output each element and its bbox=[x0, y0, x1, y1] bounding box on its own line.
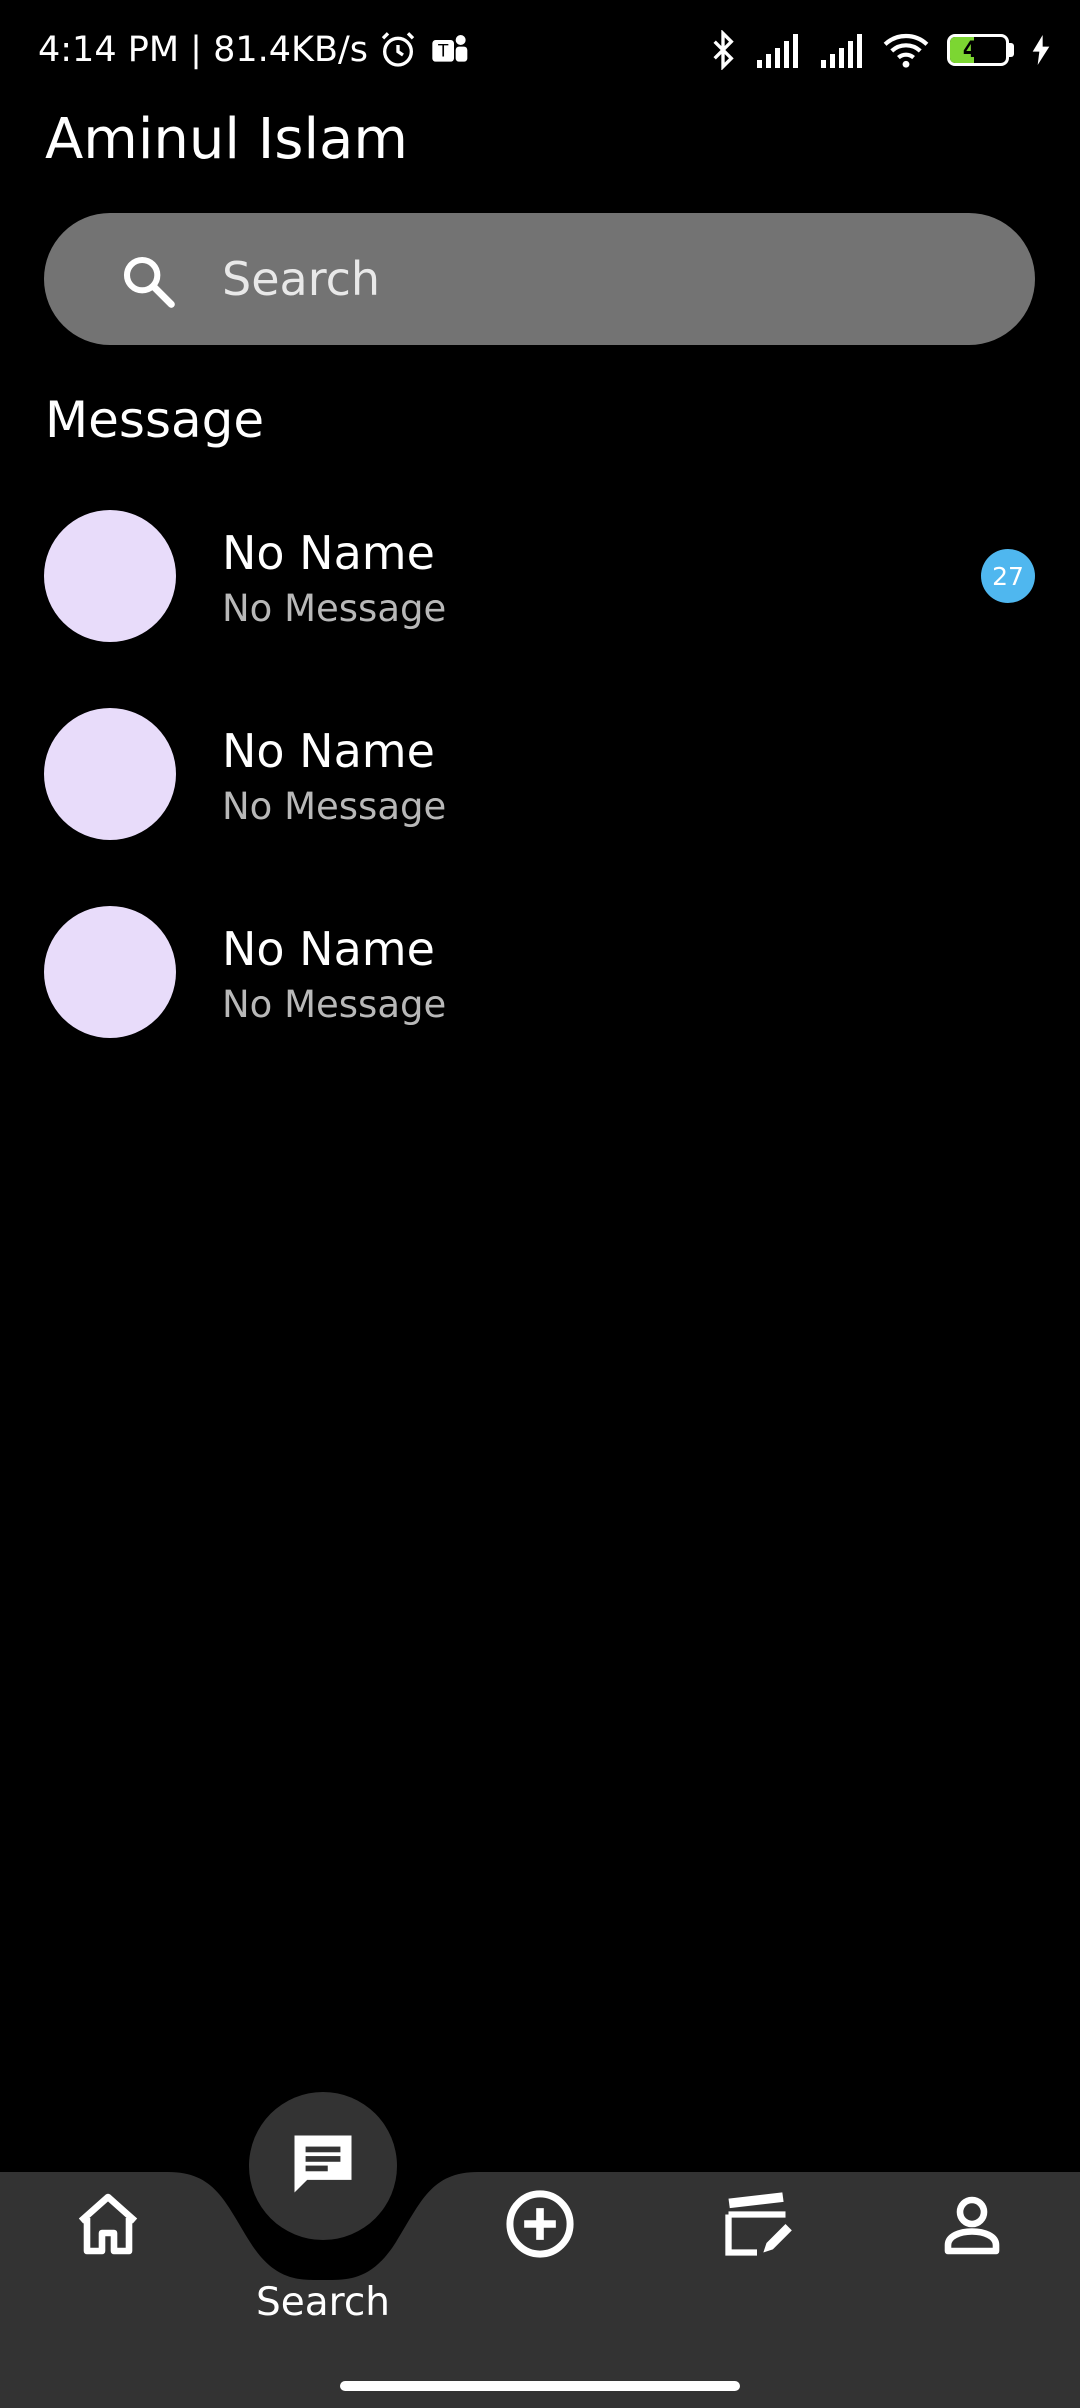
signal-icon bbox=[819, 32, 865, 68]
search-input[interactable] bbox=[222, 213, 1002, 345]
nav-message-button[interactable] bbox=[249, 2092, 397, 2240]
search-icon bbox=[120, 253, 176, 309]
unread-badge: 27 bbox=[981, 549, 1035, 603]
bluetooth-icon bbox=[709, 30, 737, 70]
time-speed: 4:14 PM | 81.4KB/s bbox=[38, 30, 368, 70]
teams-icon: T bbox=[428, 30, 470, 70]
status-right: 42 bbox=[709, 22, 1050, 78]
contact-name: No Name bbox=[222, 526, 435, 580]
add-circle-icon bbox=[502, 2186, 578, 2267]
home-icon bbox=[72, 2188, 144, 2265]
nav-add-button[interactable] bbox=[480, 2166, 600, 2286]
nav-home-button[interactable] bbox=[48, 2166, 168, 2286]
nav-profile-button[interactable] bbox=[912, 2166, 1032, 2286]
battery-body: 42 bbox=[947, 34, 1009, 66]
nav-video-edit-button[interactable] bbox=[697, 2166, 817, 2286]
list-item[interactable]: No Name No Message bbox=[0, 901, 1080, 1099]
message-icon bbox=[285, 2126, 361, 2207]
contact-name: No Name bbox=[222, 922, 435, 976]
page-title: Aminul Islam bbox=[45, 107, 408, 172]
alarm-icon bbox=[378, 30, 418, 70]
svg-text:T: T bbox=[437, 42, 449, 61]
last-message: No Message bbox=[222, 785, 447, 828]
battery-cap bbox=[1009, 43, 1014, 57]
list-item[interactable]: No Name No Message 27 bbox=[0, 505, 1080, 703]
contact-name: No Name bbox=[222, 724, 435, 778]
conversation-list: No Name No Message 27 No Name No Message… bbox=[0, 505, 1080, 1099]
section-title: Message bbox=[45, 391, 265, 449]
charging-icon bbox=[1032, 35, 1050, 65]
nav-active-label: Search bbox=[256, 2280, 390, 2325]
signal-icon bbox=[755, 32, 801, 68]
status-bar: 4:14 PM | 81.4KB/s T 42 bbox=[0, 0, 1080, 100]
avatar bbox=[44, 906, 176, 1038]
battery-icon: 42 bbox=[947, 34, 1014, 66]
video-edit-icon bbox=[719, 2186, 795, 2267]
battery-level: 42 bbox=[962, 37, 994, 63]
wifi-icon bbox=[883, 31, 929, 69]
avatar bbox=[44, 510, 176, 642]
search-bar[interactable] bbox=[44, 213, 1035, 345]
last-message: No Message bbox=[222, 983, 447, 1026]
home-indicator[interactable] bbox=[340, 2381, 740, 2391]
list-item[interactable]: No Name No Message bbox=[0, 703, 1080, 901]
last-message: No Message bbox=[222, 587, 447, 630]
avatar bbox=[44, 708, 176, 840]
person-icon bbox=[936, 2188, 1008, 2265]
status-left: 4:14 PM | 81.4KB/s T bbox=[38, 22, 470, 78]
